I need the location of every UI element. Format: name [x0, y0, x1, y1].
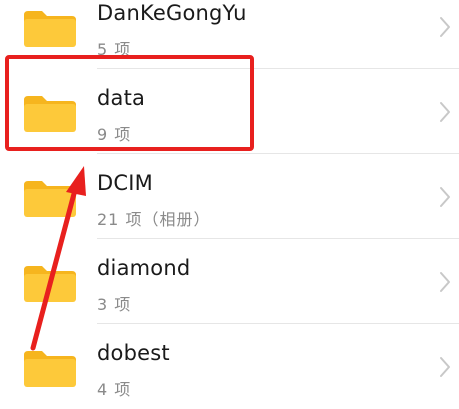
folder-name: dobest: [97, 341, 170, 365]
chevron-right-icon: [440, 187, 450, 207]
folder-name: DCIM: [97, 171, 153, 195]
folder-name: DanKeGongYu: [97, 1, 247, 25]
folder-row-dankegongyu[interactable]: DanKeGongYu 5 项: [0, 0, 459, 69]
folder-row-dobest[interactable]: dobest 4 项: [0, 324, 459, 409]
folder-row-dcim[interactable]: DCIM 21 项（相册）: [0, 154, 459, 239]
folder-item-count: 5 项: [97, 40, 132, 59]
chevron-right-icon: [440, 17, 450, 37]
folder-row-diamond[interactable]: diamond 3 项: [0, 239, 459, 324]
folder-item-count: 9 项: [97, 125, 132, 144]
folder-name: diamond: [97, 256, 191, 280]
folder-icon: [24, 11, 76, 47]
folder-icon: [24, 181, 76, 217]
file-list: DanKeGongYu 5 项 data 9 项 DCIM 21 项（相册） d…: [0, 0, 459, 409]
folder-icon: [24, 351, 76, 387]
chevron-right-icon: [440, 102, 450, 122]
folder-icon: [24, 266, 76, 302]
folder-item-count: 3 项: [97, 295, 132, 314]
folder-name: data: [97, 86, 146, 110]
folder-item-count: 21 项（相册）: [97, 210, 211, 229]
chevron-right-icon: [440, 357, 450, 377]
folder-icon: [24, 96, 76, 132]
chevron-right-icon: [440, 272, 450, 292]
folder-item-count: 4 项: [97, 380, 132, 399]
folder-row-data[interactable]: data 9 项: [0, 69, 459, 154]
